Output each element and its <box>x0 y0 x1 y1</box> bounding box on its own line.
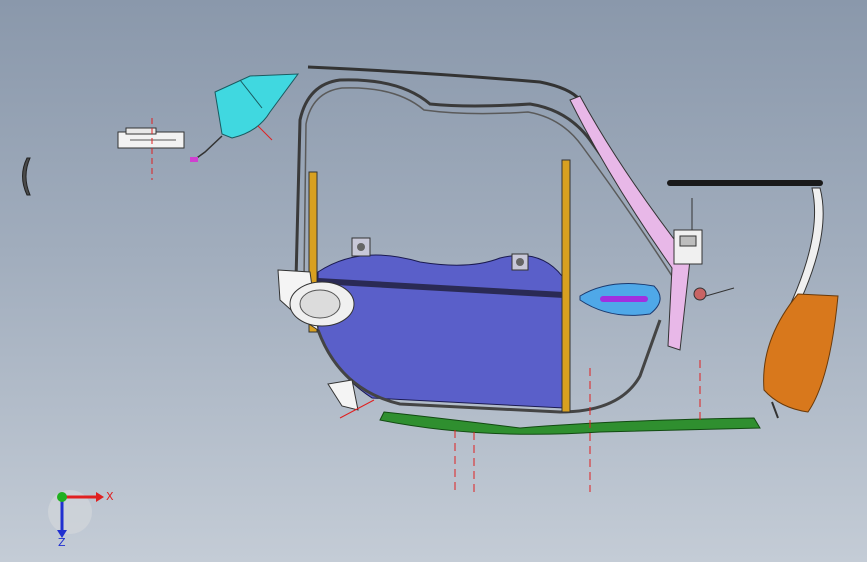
grommet-part[interactable] <box>22 157 31 196</box>
rear-glass-channel[interactable] <box>561 159 571 413</box>
cad-viewport[interactable]: X Z <box>0 0 867 562</box>
z-axis-label: Z <box>58 536 66 549</box>
upper-weatherstrip[interactable] <box>307 65 582 102</box>
y-axis-dot <box>57 492 67 502</box>
x-axis-label: X <box>106 490 114 503</box>
axis-triad[interactable]: X Z <box>48 490 114 549</box>
exploded-assembly-view[interactable]: X Z <box>0 0 867 562</box>
small-bracket-part[interactable] <box>117 118 185 180</box>
door-handle[interactable] <box>579 283 661 316</box>
lower-sill-strip[interactable] <box>379 411 761 435</box>
mirror-bracket[interactable] <box>190 73 300 162</box>
rear-end-cap[interactable] <box>763 293 839 413</box>
